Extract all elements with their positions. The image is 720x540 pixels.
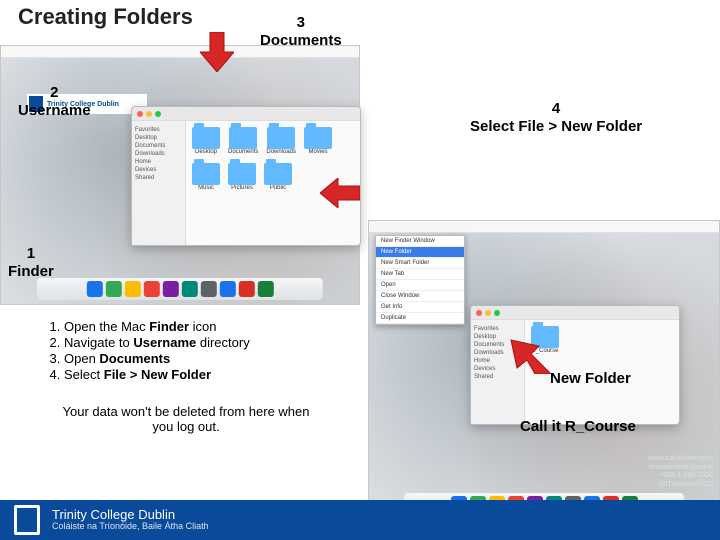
- contact-line: +353-1-896-2000: [648, 472, 713, 480]
- dock-app-icon: [124, 281, 140, 297]
- sidebar-item: Shared: [135, 175, 182, 181]
- finder-sidebar: Favorites Desktop Documents Downloads Home De…: [132, 121, 186, 245]
- folder-item: Movies: [304, 127, 332, 155]
- dock-app-icon: [86, 281, 102, 297]
- contact-line: itservicedesk@tcd.ie: [648, 464, 713, 472]
- callout-newfolder: New Folder: [550, 370, 631, 388]
- folder-icon: [192, 163, 220, 185]
- folder-icon: [264, 163, 292, 185]
- folder-item: Public: [264, 163, 292, 191]
- university-crest-icon: [14, 505, 40, 535]
- dock-app-icon: [143, 281, 159, 297]
- menu-item: Get Info: [376, 302, 464, 313]
- contact-block: www.tcd.ie/itservicesitservicedesk@tcd.i…: [648, 455, 713, 489]
- folder-item: Desktop: [192, 127, 220, 155]
- dock: [37, 278, 323, 300]
- folder-icon: [267, 127, 295, 149]
- finder-window-documents: FavoritesDesktopDocumentsDownloadsHomeDe…: [470, 305, 680, 425]
- folder-item: Documents: [228, 127, 258, 155]
- sidebar-item: Desktop: [135, 135, 182, 141]
- dock-app-icon: [200, 281, 216, 297]
- instruction-step: Select File > New Folder: [64, 367, 352, 382]
- dock-app-icon: [181, 281, 197, 297]
- menu-item: New Smart Folder: [376, 258, 464, 269]
- menu-item: New Folder: [376, 247, 464, 258]
- brand-bar: Trinity College Dublin Coláiste na Tríon…: [0, 500, 720, 540]
- callout-4: 4 Select File > New Folder: [470, 100, 642, 136]
- finder-window: Favorites Desktop Documents Downloads Home De…: [131, 106, 361, 246]
- sidebar-item: Shared: [474, 374, 521, 380]
- arrow-red-left-icon: [320, 178, 360, 208]
- instruction-step: Open the Mac Finder icon: [64, 319, 352, 334]
- folder-item: Music: [192, 163, 220, 191]
- folder-icon: [228, 163, 256, 185]
- finder-titlebar: [471, 306, 679, 320]
- dock-app-icon: [257, 281, 273, 297]
- menu-item: Open: [376, 280, 464, 291]
- callout-rename: Call it R_Course: [520, 418, 636, 436]
- dock-app-icon: [162, 281, 178, 297]
- file-menu-dropdown: New Finder WindowNew FolderNew Smart Fol…: [375, 235, 465, 325]
- instruction-step: Navigate to Username directory: [64, 335, 352, 350]
- university-name: Trinity College Dublin Coláiste na Tríon…: [52, 508, 209, 532]
- arrow-red-diag-icon: [505, 330, 551, 374]
- contact-line: www.tcd.ie/itservices: [648, 455, 713, 463]
- sidebar-item: Documents: [135, 143, 182, 149]
- menu-item: Close Window: [376, 291, 464, 302]
- menu-item: New Tab: [376, 269, 464, 280]
- contact-line: @ITServicesTCD: [648, 481, 713, 489]
- sidebar-item: Downloads: [135, 151, 182, 157]
- mac-menubar: [369, 221, 719, 233]
- finder-titlebar: [132, 107, 360, 121]
- instructions-list: Open the Mac Finder iconNavigate to User…: [42, 318, 352, 383]
- folder-icon: [192, 127, 220, 149]
- sidebar-item: Favorites: [135, 127, 182, 133]
- dock-app-icon: [219, 281, 235, 297]
- arrow-red-down-icon: [200, 32, 234, 72]
- folder-item: Downloads: [266, 127, 296, 155]
- dock-app-icon: [105, 281, 121, 297]
- callout-2: 2 Username: [18, 84, 91, 120]
- menu-item: New Finder Window: [376, 236, 464, 247]
- folder-icon: [304, 127, 332, 149]
- dock-app-icon: [238, 281, 254, 297]
- sidebar-item: Devices: [135, 167, 182, 173]
- folder-icon: [229, 127, 257, 149]
- folder-item: Pictures: [228, 163, 256, 191]
- instruction-step: Open Documents: [64, 351, 352, 366]
- menu-item: Duplicate: [376, 313, 464, 324]
- persistence-note: Your data won't be deleted from here whe…: [56, 404, 316, 434]
- slide-title: Creating Folders: [18, 4, 193, 30]
- callout-3: 3 Documents: [260, 14, 342, 50]
- sidebar-item: Home: [135, 159, 182, 165]
- callout-1: 1 Finder: [8, 245, 54, 281]
